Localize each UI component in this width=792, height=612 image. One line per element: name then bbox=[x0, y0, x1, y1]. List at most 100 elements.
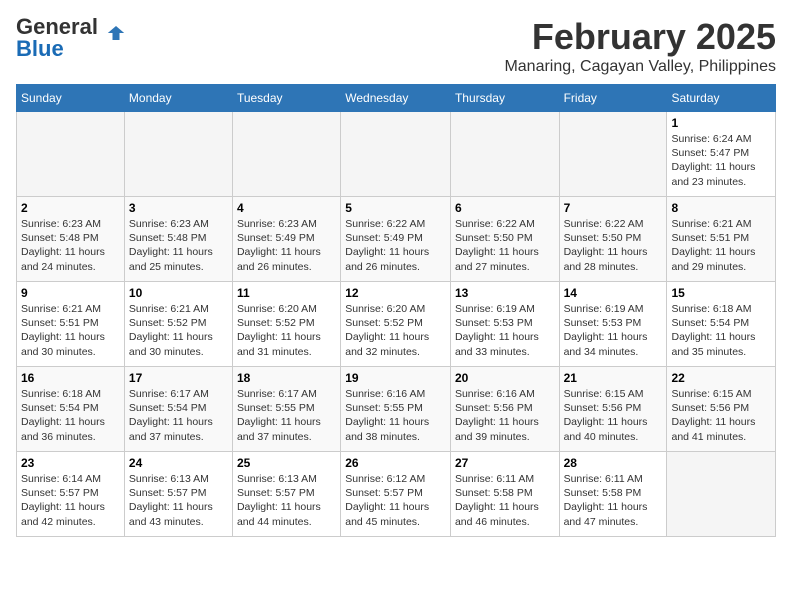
title-block: February 2025 Manaring, Cagayan Valley, … bbox=[504, 16, 776, 76]
calendar-cell: 13 Sunrise: 6:19 AMSunset: 5:53 PMDayligh… bbox=[450, 282, 559, 367]
days-of-week-row: SundayMondayTuesdayWednesdayThursdayFrid… bbox=[17, 85, 776, 112]
day-detail: Sunrise: 6:16 AMSunset: 5:56 PMDaylight:… bbox=[455, 387, 555, 444]
day-detail: Sunrise: 6:12 AMSunset: 5:57 PMDaylight:… bbox=[345, 472, 446, 529]
logo-text: GeneralBlue bbox=[16, 16, 98, 60]
dow-friday: Friday bbox=[559, 85, 667, 112]
day-number: 14 bbox=[564, 286, 663, 300]
day-detail: Sunrise: 6:15 AMSunset: 5:56 PMDaylight:… bbox=[564, 387, 663, 444]
day-detail: Sunrise: 6:23 AMSunset: 5:48 PMDaylight:… bbox=[21, 217, 120, 274]
calendar-cell: 22Sunrise: 6:15 AMSunset: 5:56 PMDayligh… bbox=[667, 367, 776, 452]
day-number: 18 bbox=[237, 371, 336, 385]
day-detail: Sunrise: 6:18 AMSunset: 5:54 PMDaylight:… bbox=[21, 387, 120, 444]
day-number: 20 bbox=[455, 371, 555, 385]
week-row-0: 1Sunrise: 6:24 AMSunset: 5:47 PMDaylight… bbox=[17, 112, 776, 197]
day-number: 15 bbox=[671, 286, 771, 300]
day-detail: Sunrise: 6:19 AMSunset: 5:53 PMDaylight:… bbox=[455, 302, 555, 359]
day-number: 5 bbox=[345, 201, 446, 215]
day-number: 19 bbox=[345, 371, 446, 385]
day-detail: Sunrise: 6:21 AMSunset: 5:52 PMDaylight:… bbox=[129, 302, 228, 359]
day-detail: Sunrise: 6:22 AMSunset: 5:50 PMDaylight:… bbox=[564, 217, 663, 274]
day-number: 17 bbox=[129, 371, 228, 385]
day-detail: Sunrise: 6:22 AMSunset: 5:50 PMDaylight:… bbox=[455, 217, 555, 274]
day-detail: Sunrise: 6:18 AMSunset: 5:54 PMDaylight:… bbox=[671, 302, 771, 359]
week-row-1: 2 Sunrise: 6:23 AMSunset: 5:48 PMDaylight… bbox=[17, 197, 776, 282]
calendar-cell: 28 Sunrise: 6:11 AMSunset: 5:58 PMDayligh… bbox=[559, 452, 667, 537]
calendar-cell: 17 Sunrise: 6:17 AMSunset: 5:54 PMDayligh… bbox=[124, 367, 232, 452]
dow-saturday: Saturday bbox=[667, 85, 776, 112]
calendar-cell bbox=[232, 112, 340, 197]
day-number: 16 bbox=[21, 371, 120, 385]
calendar-cell: 16 Sunrise: 6:18 AMSunset: 5:54 PMDayligh… bbox=[17, 367, 125, 452]
calendar-cell bbox=[17, 112, 125, 197]
day-detail: Sunrise: 6:22 AMSunset: 5:49 PMDaylight:… bbox=[345, 217, 446, 274]
day-number: 9 bbox=[21, 286, 120, 300]
dow-tuesday: Tuesday bbox=[232, 85, 340, 112]
day-number: 21 bbox=[564, 371, 663, 385]
calendar-cell: 23 Sunrise: 6:14 AMSunset: 5:57 PMDayligh… bbox=[17, 452, 125, 537]
calendar-cell: 20 Sunrise: 6:16 AMSunset: 5:56 PMDayligh… bbox=[450, 367, 559, 452]
calendar-cell: 27Sunrise: 6:11 AMSunset: 5:58 PMDayligh… bbox=[450, 452, 559, 537]
month-year-title: February 2025 bbox=[504, 16, 776, 58]
calendar-cell: 8 Sunrise: 6:21 AMSunset: 5:51 PMDaylight… bbox=[667, 197, 776, 282]
day-number: 11 bbox=[237, 286, 336, 300]
day-detail: Sunrise: 6:13 AMSunset: 5:57 PMDaylight:… bbox=[237, 472, 336, 529]
calendar-cell bbox=[450, 112, 559, 197]
day-detail: Sunrise: 6:19 AMSunset: 5:53 PMDaylight:… bbox=[564, 302, 663, 359]
calendar-cell: 9 Sunrise: 6:21 AMSunset: 5:51 PMDaylight… bbox=[17, 282, 125, 367]
page-header: GeneralBlue February 2025 Manaring, Caga… bbox=[16, 16, 776, 76]
calendar-cell: 26 Sunrise: 6:12 AMSunset: 5:57 PMDayligh… bbox=[341, 452, 451, 537]
calendar-cell: 5 Sunrise: 6:22 AMSunset: 5:49 PMDaylight… bbox=[341, 197, 451, 282]
day-detail: Sunrise: 6:21 AMSunset: 5:51 PMDaylight:… bbox=[671, 217, 771, 274]
day-number: 25 bbox=[237, 456, 336, 470]
day-detail: Sunrise: 6:16 AMSunset: 5:55 PMDaylight:… bbox=[345, 387, 446, 444]
day-number: 4 bbox=[237, 201, 336, 215]
week-row-2: 9 Sunrise: 6:21 AMSunset: 5:51 PMDaylight… bbox=[17, 282, 776, 367]
day-number: 10 bbox=[129, 286, 228, 300]
calendar-cell: 7Sunrise: 6:22 AMSunset: 5:50 PMDaylight… bbox=[559, 197, 667, 282]
day-detail: Sunrise: 6:21 AMSunset: 5:51 PMDaylight:… bbox=[21, 302, 120, 359]
day-detail: Sunrise: 6:20 AMSunset: 5:52 PMDaylight:… bbox=[345, 302, 446, 359]
calendar-cell bbox=[559, 112, 667, 197]
day-number: 3 bbox=[129, 201, 228, 215]
day-detail: Sunrise: 6:23 AMSunset: 5:48 PMDaylight:… bbox=[129, 217, 228, 274]
calendar-cell bbox=[341, 112, 451, 197]
day-detail: Sunrise: 6:13 AMSunset: 5:57 PMDaylight:… bbox=[129, 472, 228, 529]
day-number: 8 bbox=[671, 201, 771, 215]
day-detail: Sunrise: 6:17 AMSunset: 5:54 PMDaylight:… bbox=[129, 387, 228, 444]
calendar-cell: 11 Sunrise: 6:20 AMSunset: 5:52 PMDayligh… bbox=[232, 282, 340, 367]
calendar-cell: 19 Sunrise: 6:16 AMSunset: 5:55 PMDayligh… bbox=[341, 367, 451, 452]
day-number: 23 bbox=[21, 456, 120, 470]
day-number: 6 bbox=[455, 201, 555, 215]
day-number: 2 bbox=[21, 201, 120, 215]
dow-monday: Monday bbox=[124, 85, 232, 112]
calendar-cell: 21 Sunrise: 6:15 AMSunset: 5:56 PMDayligh… bbox=[559, 367, 667, 452]
logo-icon bbox=[102, 26, 130, 40]
calendar-body: 1Sunrise: 6:24 AMSunset: 5:47 PMDaylight… bbox=[17, 112, 776, 537]
day-detail: Sunrise: 6:17 AMSunset: 5:55 PMDaylight:… bbox=[237, 387, 336, 444]
day-number: 24 bbox=[129, 456, 228, 470]
day-detail: Sunrise: 6:11 AMSunset: 5:58 PMDaylight:… bbox=[564, 472, 663, 529]
calendar-cell: 10 Sunrise: 6:21 AMSunset: 5:52 PMDayligh… bbox=[124, 282, 232, 367]
day-number: 28 bbox=[564, 456, 663, 470]
calendar-cell: 14 Sunrise: 6:19 AMSunset: 5:53 PMDayligh… bbox=[559, 282, 667, 367]
dow-thursday: Thursday bbox=[450, 85, 559, 112]
day-detail: Sunrise: 6:24 AMSunset: 5:47 PMDaylight:… bbox=[671, 132, 771, 189]
dow-wednesday: Wednesday bbox=[341, 85, 451, 112]
calendar-table: SundayMondayTuesdayWednesdayThursdayFrid… bbox=[16, 84, 776, 537]
day-detail: Sunrise: 6:14 AMSunset: 5:57 PMDaylight:… bbox=[21, 472, 120, 529]
calendar-cell: 3 Sunrise: 6:23 AMSunset: 5:48 PMDaylight… bbox=[124, 197, 232, 282]
day-detail: Sunrise: 6:11 AMSunset: 5:58 PMDaylight:… bbox=[455, 472, 555, 529]
logo: GeneralBlue bbox=[16, 16, 130, 60]
day-detail: Sunrise: 6:20 AMSunset: 5:52 PMDaylight:… bbox=[237, 302, 336, 359]
week-row-3: 16 Sunrise: 6:18 AMSunset: 5:54 PMDayligh… bbox=[17, 367, 776, 452]
calendar-cell: 18 Sunrise: 6:17 AMSunset: 5:55 PMDayligh… bbox=[232, 367, 340, 452]
calendar-cell bbox=[667, 452, 776, 537]
calendar-cell: 24 Sunrise: 6:13 AMSunset: 5:57 PMDayligh… bbox=[124, 452, 232, 537]
calendar-cell: 15 Sunrise: 6:18 AMSunset: 5:54 PMDayligh… bbox=[667, 282, 776, 367]
location-subtitle: Manaring, Cagayan Valley, Philippines bbox=[504, 58, 776, 76]
day-number: 13 bbox=[455, 286, 555, 300]
day-number: 26 bbox=[345, 456, 446, 470]
calendar-cell: 2 Sunrise: 6:23 AMSunset: 5:48 PMDaylight… bbox=[17, 197, 125, 282]
calendar-cell bbox=[124, 112, 232, 197]
day-detail: Sunrise: 6:23 AMSunset: 5:49 PMDaylight:… bbox=[237, 217, 336, 274]
